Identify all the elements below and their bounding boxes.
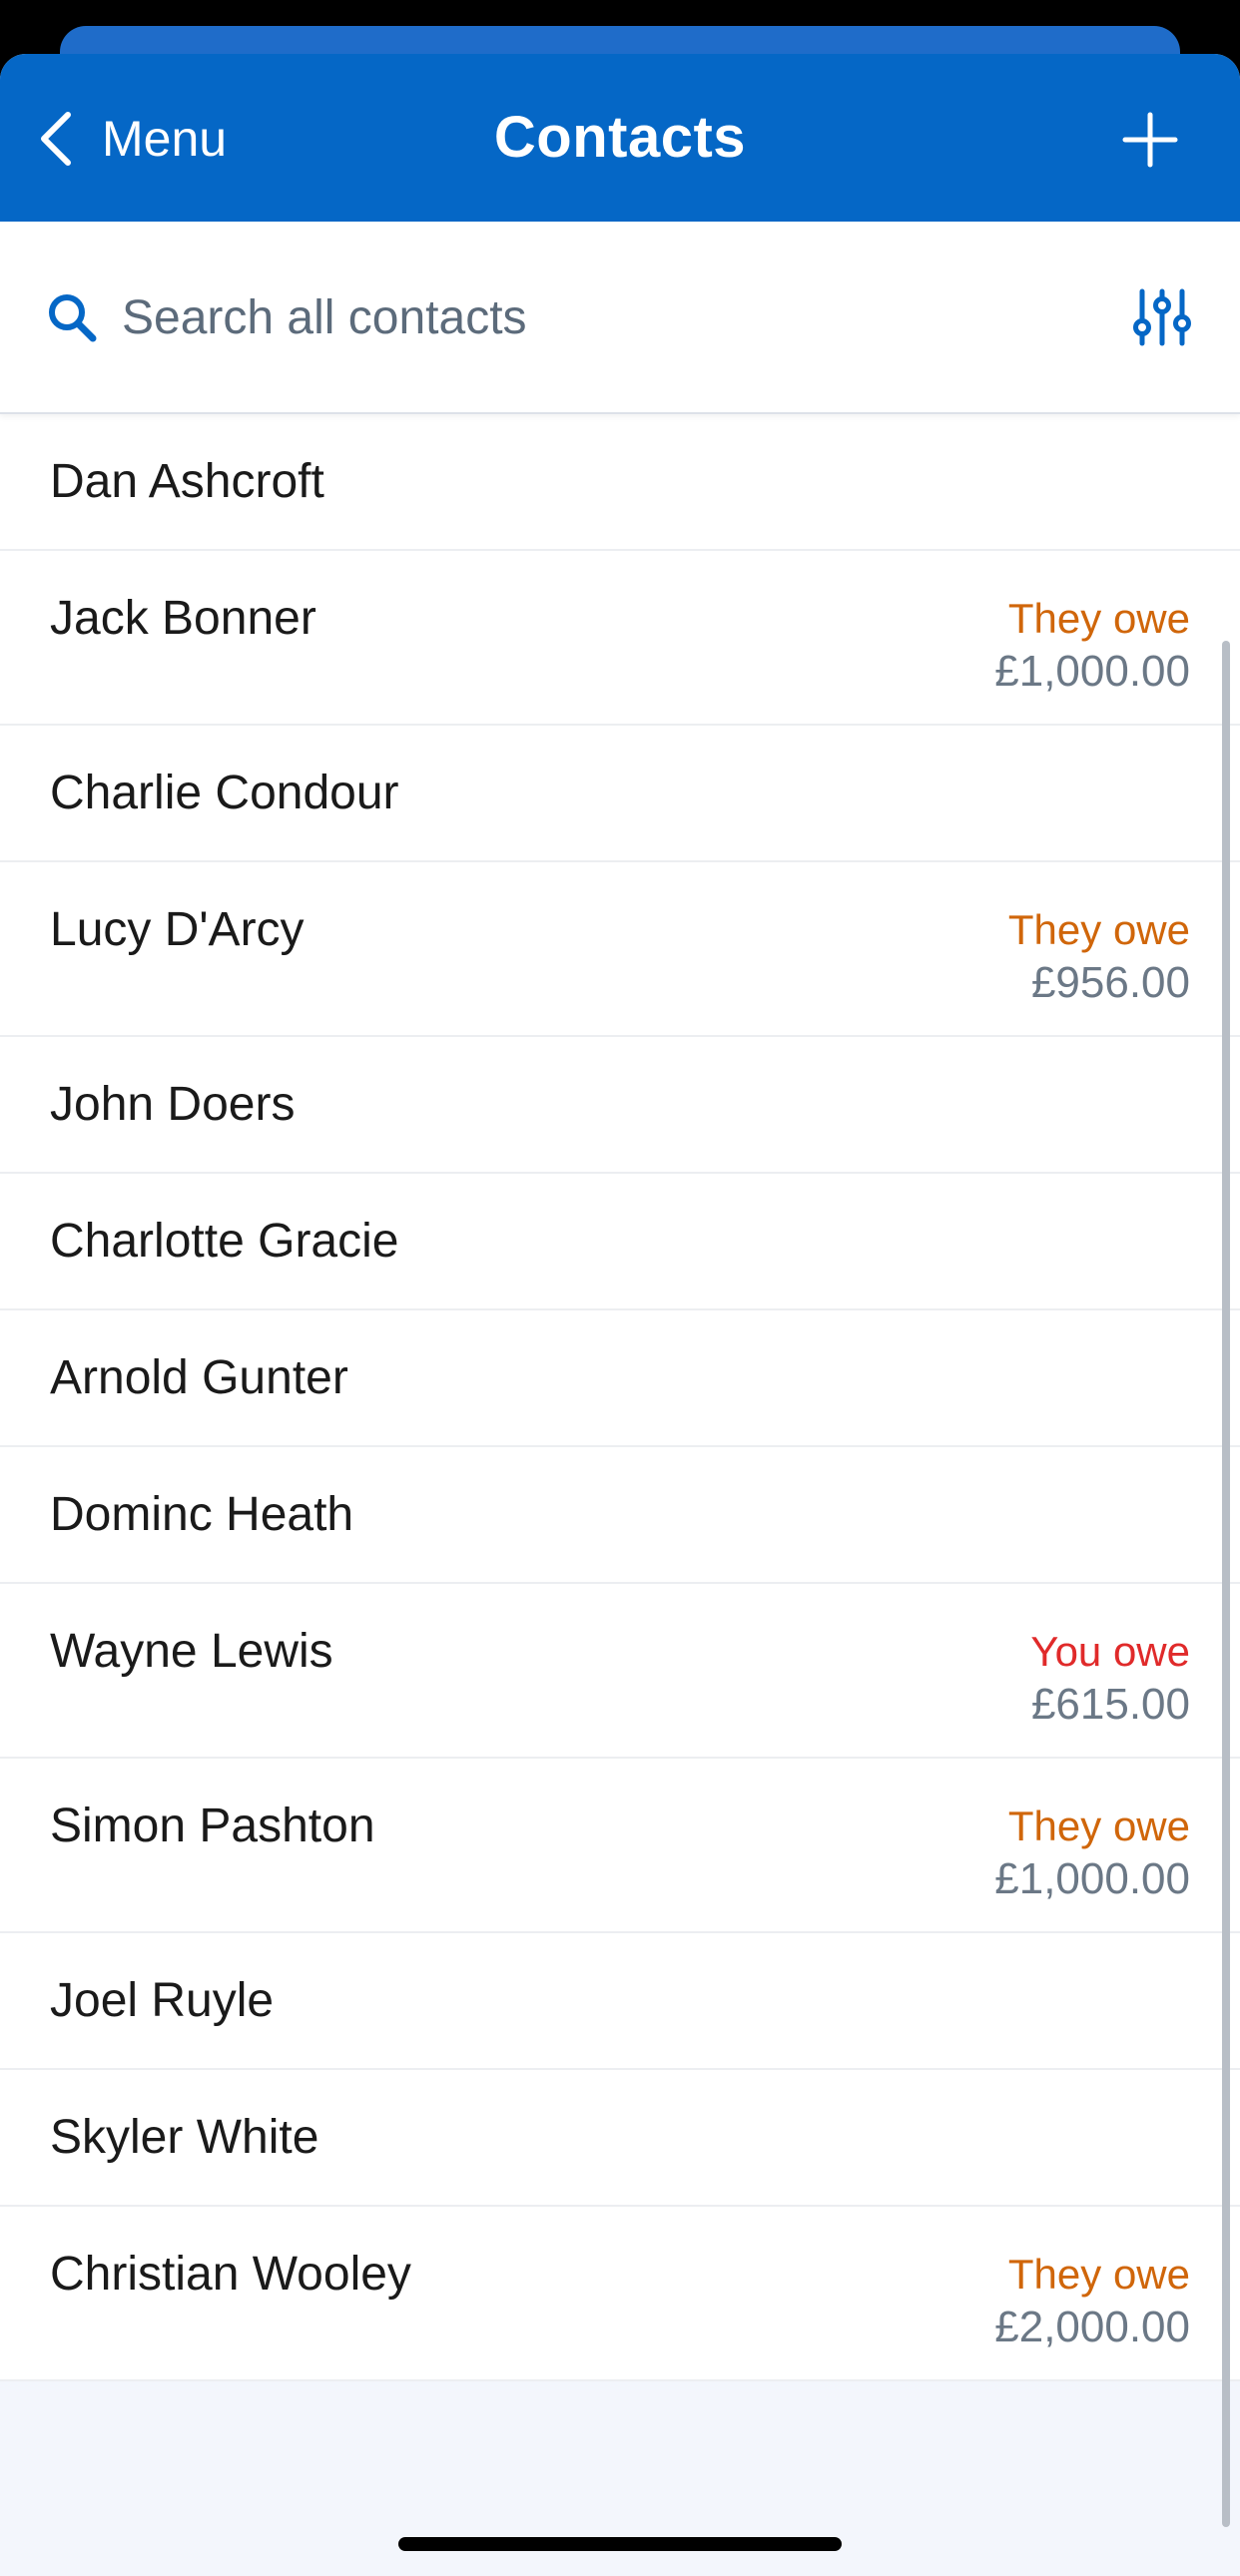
page-title: Contacts <box>493 105 747 170</box>
contact-name: Charlie Condour <box>50 767 399 819</box>
contact-row[interactable]: Christian Wooley They owe £2,000.00 <box>0 2207 1240 2381</box>
contact-row[interactable]: Charlotte Gracie <box>0 1174 1240 1310</box>
contact-row[interactable]: Dominc Heath <box>0 1447 1240 1584</box>
balance-status: They owe <box>1007 2251 1190 2298</box>
balance-amount: £2,000.00 <box>994 2303 1190 2351</box>
list-scrollbar[interactable] <box>1222 641 1230 2527</box>
contact-row[interactable]: Lucy D'Arcy They owe £956.00 <box>0 862 1240 1037</box>
balance-amount: £1,000.00 <box>994 647 1190 696</box>
balance-status: They owe <box>1007 1803 1190 1849</box>
contact-name: Dan Ashcroft <box>50 455 324 508</box>
contact-name: Christian Wooley <box>50 2248 411 2301</box>
navigation-bar: Menu Contacts <box>0 54 1240 222</box>
contact-row[interactable]: Joel Ruyle <box>0 1933 1240 2070</box>
contact-name: Wayne Lewis <box>50 1625 333 1678</box>
balance-amount: £956.00 <box>1030 958 1190 1007</box>
contact-name: Lucy D'Arcy <box>50 903 305 956</box>
contact-row[interactable]: Charlie Condour <box>0 726 1240 862</box>
contact-name: Arnold Gunter <box>50 1351 348 1404</box>
contact-row[interactable]: Skyler White <box>0 2070 1240 2207</box>
contact-name: John Doers <box>50 1078 296 1131</box>
balance-status: They owe <box>1007 906 1190 953</box>
contact-name: Simon Pashton <box>50 1800 375 1852</box>
contact-row[interactable]: Jack Bonner They owe £1,000.00 <box>0 551 1240 726</box>
contact-row[interactable]: Simon Pashton They owe £1,000.00 <box>0 1759 1240 1933</box>
contacts-sheet: Menu Contacts Search all contacts Dan As… <box>0 54 1240 2576</box>
balance-amount: £615.00 <box>1030 1680 1190 1729</box>
add-contact-button[interactable] <box>1122 112 1178 168</box>
search-input[interactable] <box>122 281 1020 353</box>
contact-name: Dominc Heath <box>50 1488 354 1541</box>
contact-name: Joel Ruyle <box>50 1974 275 2027</box>
balance-status: They owe <box>1007 595 1190 642</box>
contact-row[interactable]: Arnold Gunter <box>0 1310 1240 1447</box>
sliders-icon[interactable] <box>1132 287 1192 347</box>
balance-amount: £1,000.00 <box>994 1854 1190 1903</box>
balance-status: You owe <box>1030 1628 1190 1675</box>
home-indicator <box>398 2537 842 2551</box>
contact-name: Skyler White <box>50 2111 319 2164</box>
app-screen: Menu Contacts Search all contacts Dan As… <box>0 0 1240 2576</box>
contacts-list: Dan Ashcroft Jack Bonner They owe £1,000… <box>0 414 1240 2381</box>
contact-row[interactable]: John Doers <box>0 1037 1240 1174</box>
plus-icon <box>1122 112 1178 168</box>
search-bar <box>0 222 1240 414</box>
contact-row[interactable]: Dan Ashcroft <box>0 414 1240 551</box>
contact-name: Jack Bonner <box>50 592 316 645</box>
contact-row[interactable]: Wayne Lewis You owe £615.00 <box>0 1584 1240 1759</box>
search-icon <box>49 294 97 342</box>
contact-name: Charlotte Gracie <box>50 1215 399 1268</box>
